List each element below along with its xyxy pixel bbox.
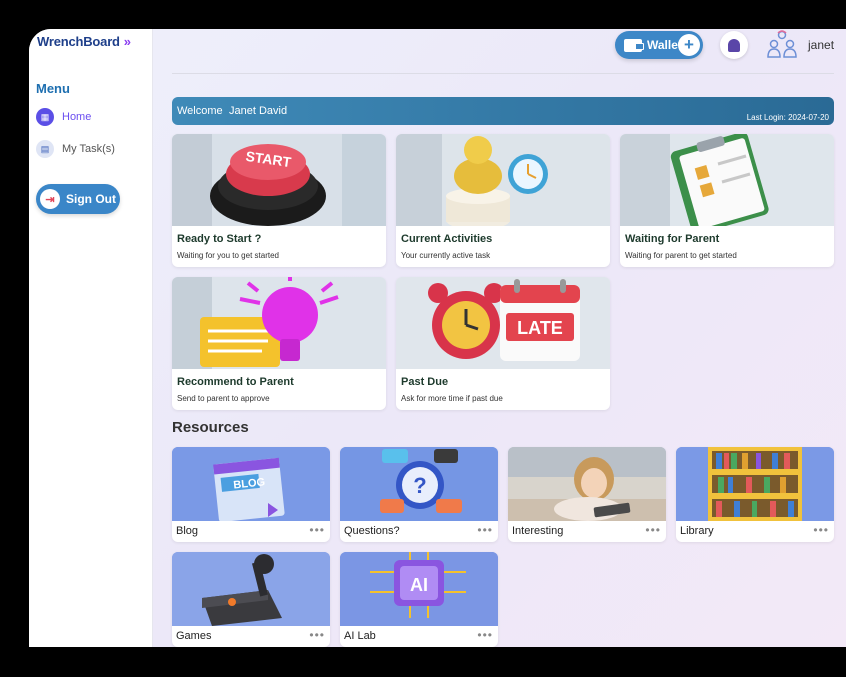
resource-label: Blog [176, 525, 199, 537]
resource-card-interesting[interactable]: Interesting ••• [508, 447, 666, 542]
clock-person-image [396, 134, 610, 226]
app-logo[interactable]: WrenchBoard» [37, 34, 131, 49]
late-alarm-image: LATE [396, 277, 610, 369]
more-options-icon[interactable]: ••• [477, 628, 493, 642]
sign-out-label: Sign Out [66, 192, 116, 206]
sidebar-item-home[interactable]: ▦ Home [36, 108, 91, 126]
sidebar-item-my-tasks[interactable]: ▤ My Task(s) [36, 140, 115, 158]
task-card-title: Current Activities [401, 233, 493, 245]
task-card-title: Ready to Start ? [177, 233, 262, 245]
task-card-title: Waiting for Parent [625, 233, 720, 245]
welcome-banner: Welcome Janet David Last Login: 2024-07-… [172, 97, 834, 125]
svg-text:AI: AI [410, 575, 428, 595]
add-funds-icon[interactable]: + [678, 34, 700, 56]
ai-chip-image: AI [340, 552, 498, 626]
more-options-icon[interactable]: ••• [645, 523, 661, 537]
menu-title: Menu [36, 81, 70, 96]
tasks-icon: ▤ [36, 140, 54, 158]
task-card-ready-to-start[interactable]: START Ready to Start ? Waiting for you t… [172, 134, 386, 267]
resource-card-library[interactable]: Library ••• [676, 447, 834, 542]
resource-label: AI Lab [344, 630, 376, 642]
task-card-title: Past Due [401, 376, 449, 388]
task-card-subtitle: Ask for more time if past due [401, 394, 503, 403]
resource-label: Interesting [512, 525, 564, 537]
resource-label: Library [680, 525, 714, 537]
resource-card-games[interactable]: Games ••• [172, 552, 330, 647]
sign-out-button[interactable]: ⇥ Sign Out [36, 184, 120, 214]
task-card-recommend-to-parent[interactable]: Recommend to Parent Send to parent to ap… [172, 277, 386, 410]
svg-text:?: ? [413, 473, 426, 498]
sidebar: WrenchBoard» Menu ▦ Home ▤ My Task(s) ⇥ … [29, 29, 153, 647]
girl-reading-image [508, 447, 666, 521]
task-card-subtitle: Your currently active task [401, 251, 491, 260]
joystick-image [172, 552, 330, 626]
welcome-label: Welcome [177, 105, 223, 117]
resources-title: Resources [172, 419, 249, 436]
home-icon: ▦ [36, 108, 54, 126]
lightbulb-image [172, 277, 386, 369]
app-screen: WrenchBoard» Menu ▦ Home ▤ My Task(s) ⇥ … [29, 29, 846, 647]
welcome-name: Janet David [229, 105, 288, 117]
logo-text: WrenchBoard [37, 34, 120, 49]
username[interactable]: janet [808, 38, 834, 52]
task-card-subtitle: Waiting for you to get started [177, 251, 279, 260]
task-card-past-due[interactable]: LATE Past Due Ask for more time if past … [396, 277, 610, 410]
wallet-icon [624, 38, 644, 52]
resource-card-questions[interactable]: ? Questions? ••• [340, 447, 498, 542]
task-card-subtitle: Waiting for parent to get started [625, 251, 737, 260]
bookshelf-image [676, 447, 834, 521]
blog-image: BLOG [172, 447, 330, 521]
task-card-current-activities[interactable]: Current Activities Your currently active… [396, 134, 610, 267]
wallet-label: Wallet [647, 38, 682, 52]
task-card-waiting-for-parent[interactable]: Waiting for Parent Waiting for parent to… [620, 134, 834, 267]
resource-card-blog[interactable]: BLOG Blog ••• [172, 447, 330, 542]
task-card-subtitle: Send to parent to approve [177, 394, 270, 403]
last-login: Last Login: 2024-07-20 [746, 113, 829, 122]
svg-text:LATE: LATE [517, 318, 563, 338]
sidebar-item-label: Home [62, 111, 92, 123]
logo-chevron-icon: » [123, 34, 131, 49]
more-options-icon[interactable]: ••• [477, 523, 493, 537]
resource-card-ai-lab[interactable]: AI AI Lab ••• [340, 552, 498, 647]
more-options-icon[interactable]: ••• [309, 628, 325, 642]
family-users-icon[interactable] [766, 29, 798, 61]
resource-label: Questions? [344, 525, 400, 537]
task-card-title: Recommend to Parent [177, 376, 294, 388]
bell-icon [728, 38, 740, 52]
sidebar-item-label: My Task(s) [62, 143, 115, 155]
sign-out-icon: ⇥ [40, 189, 60, 209]
start-button-image: START [172, 134, 386, 226]
clipboard-image [620, 134, 834, 226]
questions-image: ? [340, 447, 498, 521]
device-frame: WrenchBoard» Menu ▦ Home ▤ My Task(s) ⇥ … [0, 0, 846, 677]
more-options-icon[interactable]: ••• [309, 523, 325, 537]
resource-label: Games [176, 630, 212, 642]
wallet-button[interactable]: Wallet + [615, 31, 703, 59]
more-options-icon[interactable]: ••• [813, 523, 829, 537]
top-bar: Wallet + janet [172, 29, 834, 74]
notification-button[interactable] [720, 31, 748, 59]
